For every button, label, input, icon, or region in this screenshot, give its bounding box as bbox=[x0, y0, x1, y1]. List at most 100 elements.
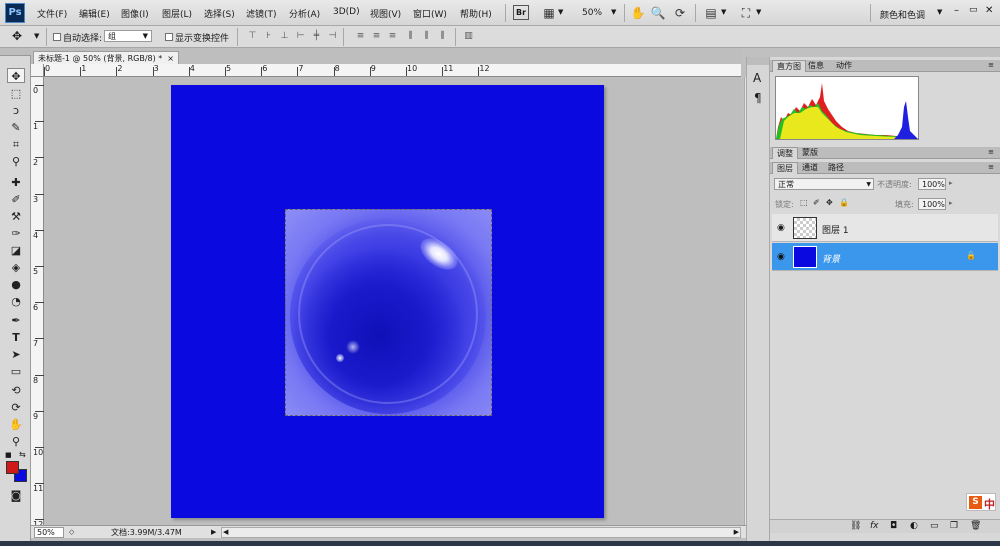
vertical-ruler[interactable]: 0123456789101112 bbox=[31, 77, 44, 529]
align-left-icon[interactable]: ⊢ bbox=[295, 31, 306, 42]
layer-name[interactable]: 背景 bbox=[822, 252, 840, 265]
crop-tool-icon[interactable]: ⌗ bbox=[7, 137, 25, 152]
link-layers-icon[interactable]: ⛓ bbox=[850, 521, 861, 531]
3d-rotate-tool-icon[interactable]: ⟲ bbox=[7, 383, 25, 398]
layer-name[interactable]: 图层 1 bbox=[822, 223, 849, 236]
menu-help[interactable]: 帮助(H) bbox=[460, 7, 492, 20]
adjustment-layer-icon[interactable]: ◐ bbox=[910, 521, 918, 531]
tab-info[interactable]: 信息 bbox=[804, 60, 828, 72]
distribute-hcenter-icon[interactable]: ⫼ bbox=[421, 31, 432, 42]
align-right-icon[interactable]: ⊣ bbox=[327, 31, 338, 42]
distribute-left-icon[interactable]: ⫼ bbox=[405, 31, 416, 42]
screen-frame-icon[interactable]: ⛶ bbox=[738, 5, 754, 21]
lock-all-icon[interactable]: 🔒 bbox=[839, 198, 849, 207]
new-layer-icon[interactable]: ❐ bbox=[950, 521, 958, 531]
chevron-down-icon[interactable]: ▼ bbox=[756, 8, 761, 16]
eyedropper-tool-icon[interactable]: ⚲ bbox=[7, 154, 25, 169]
pen-tool-icon[interactable]: ✒ bbox=[7, 313, 25, 328]
auto-align-icon[interactable]: ▥ bbox=[463, 31, 474, 42]
3d-orbit-tool-icon[interactable]: ⟳ bbox=[7, 400, 25, 415]
brush-tool-icon[interactable]: ✐ bbox=[7, 192, 25, 207]
scroll-right-icon[interactable]: ▶ bbox=[734, 528, 739, 536]
menu-window[interactable]: 窗口(W) bbox=[413, 7, 447, 20]
lasso-tool-icon[interactable]: ↄ bbox=[7, 103, 25, 118]
visibility-eye-icon[interactable]: ◉ bbox=[777, 252, 787, 262]
menu-select[interactable]: 选择(S) bbox=[204, 7, 235, 20]
horizontal-scrollbar[interactable]: ◀ ▶ bbox=[221, 527, 741, 538]
quick-mask-icon[interactable]: ◙ bbox=[7, 488, 25, 503]
tools-panel-header[interactable] bbox=[0, 48, 31, 56]
shape-tool-icon[interactable]: ▭ bbox=[7, 364, 25, 379]
default-colors-icon[interactable]: ■ bbox=[5, 451, 12, 459]
type-tool-icon[interactable]: T bbox=[7, 330, 25, 345]
move-tool-icon[interactable]: ✥ bbox=[7, 68, 25, 83]
chevron-down-icon[interactable]: ▼ bbox=[34, 32, 39, 40]
quick-select-tool-icon[interactable]: ✎ bbox=[7, 120, 25, 135]
close-button[interactable]: ✕ bbox=[985, 5, 993, 16]
show-transform-checkbox[interactable] bbox=[165, 33, 173, 41]
strip-header[interactable] bbox=[747, 57, 769, 65]
restore-button[interactable]: ▭ bbox=[969, 5, 978, 15]
align-hcenter-icon[interactable]: ╪ bbox=[311, 31, 322, 42]
visibility-eye-icon[interactable]: ◉ bbox=[777, 223, 787, 233]
swap-colors-icon[interactable]: ⇆ bbox=[19, 450, 26, 459]
horizontal-ruler[interactable]: 0 1 2 3 4 5 6 7 8 9 10 11 12 bbox=[44, 64, 741, 77]
zoom-tool-icon[interactable]: ⚲ bbox=[7, 434, 25, 449]
paragraph-panel-icon[interactable]: ¶ bbox=[754, 91, 762, 105]
opacity-field[interactable]: 100% bbox=[918, 178, 946, 190]
screen-mode-icon[interactable]: ▦ bbox=[541, 5, 557, 21]
align-bottom-icon[interactable]: ⊥ bbox=[279, 31, 290, 42]
distribute-bottom-icon[interactable]: ≡ bbox=[387, 31, 398, 42]
fill-field[interactable]: 100% bbox=[918, 198, 946, 210]
panel-menu-icon[interactable]: ≡ bbox=[988, 61, 994, 69]
character-panel-icon[interactable]: A bbox=[753, 71, 761, 85]
workspace-switcher[interactable]: 颜色和色调 bbox=[880, 8, 925, 21]
path-select-tool-icon[interactable]: ➤ bbox=[7, 347, 25, 362]
distribute-vcenter-icon[interactable]: ≡ bbox=[371, 31, 382, 42]
history-brush-tool-icon[interactable]: ✑ bbox=[7, 226, 25, 241]
tab-masks[interactable]: 蒙版 bbox=[798, 147, 822, 159]
chevron-down-icon[interactable]: ▼ bbox=[937, 8, 942, 16]
opacity-slider-arrow[interactable]: ▸ bbox=[949, 179, 953, 187]
rotate-view-icon[interactable]: ⟳ bbox=[672, 5, 688, 21]
move-tool-icon[interactable]: ✥ bbox=[12, 30, 22, 43]
layer-row-selected[interactable]: ◉ 背景 🔒 bbox=[772, 243, 998, 271]
lock-transparent-icon[interactable]: ⬚ bbox=[800, 198, 808, 207]
canvas[interactable] bbox=[171, 85, 604, 518]
auto-select-checkbox[interactable] bbox=[53, 33, 61, 41]
chevron-down-icon[interactable]: ▼ bbox=[611, 8, 616, 16]
layer-row[interactable]: ◉ 图层 1 bbox=[772, 214, 998, 242]
menu-layer[interactable]: 图层(L) bbox=[162, 7, 192, 20]
arrange-documents-icon[interactable]: ▤ bbox=[703, 5, 719, 21]
menu-filter[interactable]: 滤镜(T) bbox=[246, 7, 277, 20]
fill-slider-arrow[interactable]: ▸ bbox=[949, 199, 953, 207]
document-tab[interactable]: 未标题-1 @ 50% (背景, RGB/8) * × bbox=[33, 51, 179, 65]
align-top-icon[interactable]: ⊤ bbox=[247, 31, 258, 42]
align-vcenter-icon[interactable]: ⊦ bbox=[263, 31, 274, 42]
dodge-tool-icon[interactable]: ◔ bbox=[7, 294, 25, 309]
new-group-icon[interactable]: ▭ bbox=[930, 521, 939, 531]
menu-edit[interactable]: 编辑(E) bbox=[79, 7, 110, 20]
tab-paths[interactable]: 路径 bbox=[824, 162, 848, 174]
lock-position-icon[interactable]: ✥ bbox=[826, 198, 833, 207]
status-info-icon[interactable]: ◇ bbox=[69, 528, 74, 536]
blend-mode-dropdown[interactable]: 正常 ▼ bbox=[774, 178, 874, 190]
tab-adjustments[interactable]: 调整 bbox=[772, 147, 798, 159]
hand-tool-icon[interactable]: ✋ bbox=[7, 417, 25, 432]
menu-view[interactable]: 视图(V) bbox=[370, 7, 401, 20]
paint-bucket-tool-icon[interactable]: ◈ bbox=[7, 260, 25, 275]
menu-file[interactable]: 文件(F) bbox=[37, 7, 67, 20]
zoom-status-field[interactable]: 50% bbox=[34, 527, 64, 538]
menu-image[interactable]: 图像(I) bbox=[121, 7, 149, 20]
eraser-tool-icon[interactable]: ◪ bbox=[7, 243, 25, 258]
status-menu-arrow[interactable]: ▶ bbox=[211, 528, 216, 536]
ime-indicator[interactable]: S 中 bbox=[966, 493, 996, 511]
healing-brush-tool-icon[interactable]: ✚ bbox=[7, 175, 25, 190]
scroll-left-icon[interactable]: ◀ bbox=[223, 528, 228, 536]
chevron-down-icon[interactable]: ▼ bbox=[721, 8, 726, 16]
delete-layer-icon[interactable]: 🗑 bbox=[970, 521, 981, 531]
foreground-color-swatch[interactable] bbox=[6, 461, 19, 474]
marching-ants-selection[interactable] bbox=[285, 209, 492, 416]
panel-menu-icon[interactable]: ≡ bbox=[988, 163, 994, 171]
tab-histogram[interactable]: 直方图 bbox=[772, 60, 806, 72]
